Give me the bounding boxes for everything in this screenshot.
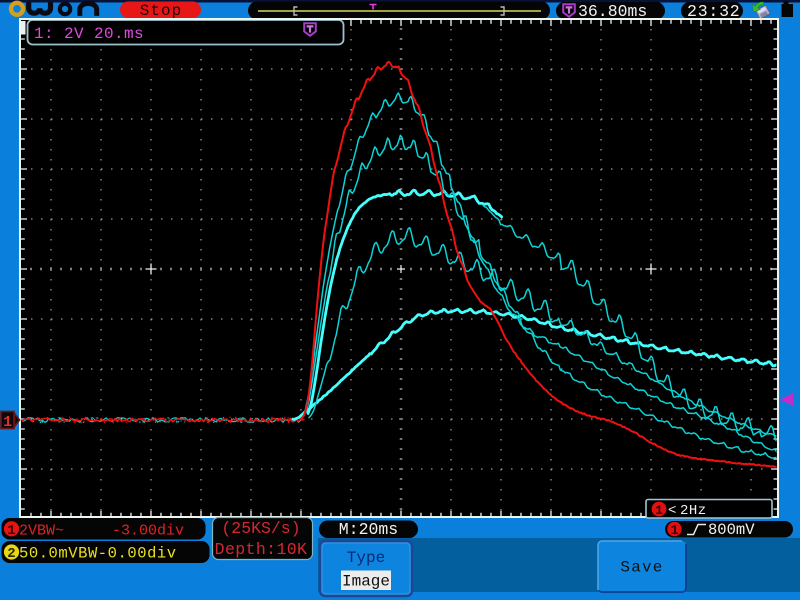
- svg-text:Image: Image: [342, 573, 390, 591]
- svg-text:800mV: 800mV: [708, 521, 755, 539]
- svg-text:(25KS/s): (25KS/s): [221, 519, 300, 538]
- svg-text:Depth:10K: Depth:10K: [215, 540, 308, 559]
- svg-text:2Hz: 2Hz: [680, 503, 707, 519]
- svg-text:1: 1: [670, 524, 678, 539]
- svg-text:2VBW~: 2VBW~: [19, 523, 64, 540]
- svg-text:Save: Save: [620, 559, 663, 577]
- svg-text:Stop: Stop: [140, 2, 182, 20]
- svg-text:50.0mVBW-0.00div: 50.0mVBW-0.00div: [19, 545, 177, 563]
- svg-text:1: 2V 20.ms: 1: 2V 20.ms: [34, 25, 144, 43]
- svg-text:2: 2: [7, 546, 15, 562]
- svg-text:1: 1: [3, 414, 12, 431]
- svg-text:-3.00div: -3.00div: [112, 523, 184, 540]
- svg-text:1: 1: [7, 523, 15, 539]
- svg-text:<: <: [668, 503, 676, 519]
- svg-text:1: 1: [655, 503, 663, 518]
- svg-text:M:20ms: M:20ms: [339, 520, 398, 539]
- svg-text:Type: Type: [347, 549, 385, 567]
